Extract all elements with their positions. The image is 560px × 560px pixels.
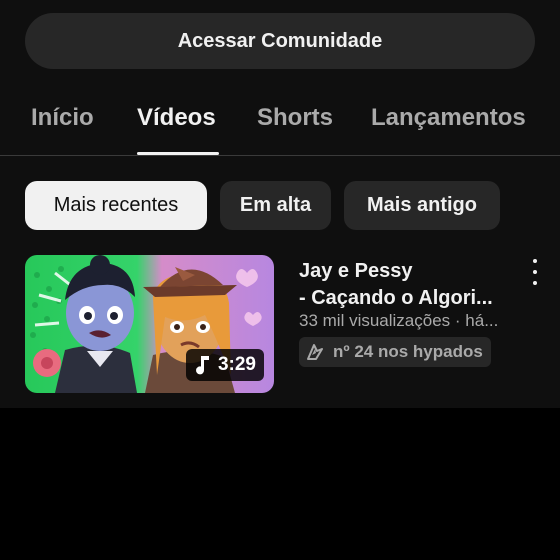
channel-tabs: Início Vídeos Shorts Lançamentos — [0, 92, 560, 154]
chip-mais-recentes[interactable]: Mais recentes — [25, 181, 207, 230]
tabs-divider — [0, 155, 560, 156]
tab-inicio[interactable]: Início — [31, 104, 94, 132]
community-button-label: Acessar Comunidade — [177, 29, 383, 52]
music-note-icon — [195, 356, 209, 375]
tab-lancamentos[interactable]: Lançamentos — [371, 104, 526, 132]
hype-icon — [307, 344, 323, 360]
community-button[interactable]: Acessar Comunidade — [25, 13, 535, 69]
video-title-line-1: Jay e Pessy — [299, 260, 413, 282]
more-vert-icon[interactable] — [527, 259, 543, 285]
video-meta: 33 mil visualizações · há... — [299, 311, 499, 330]
video-item[interactable]: 3:29 Jay e Pessy - Caçando o Algori... 3… — [25, 255, 560, 395]
duration-label: 3:29 — [217, 354, 256, 375]
hype-badge[interactable]: nº 24 nos hypados — [299, 337, 491, 367]
empty-area — [0, 408, 560, 560]
video-duration: 3:29 — [185, 349, 264, 381]
chip-em-alta[interactable]: Em alta — [220, 181, 331, 230]
video-thumbnail[interactable]: 3:29 — [25, 255, 274, 393]
video-title[interactable]: Jay e Pessy - Caçando o Algori... — [299, 258, 529, 312]
hype-badge-label: nº 24 nos hypados — [333, 342, 483, 361]
tab-shorts[interactable]: Shorts — [257, 104, 333, 132]
chip-mais-antigo[interactable]: Mais antigo — [344, 181, 500, 230]
video-title-line-2: - Caçando o Algori... — [299, 287, 493, 309]
tab-videos[interactable]: Vídeos — [137, 104, 216, 132]
